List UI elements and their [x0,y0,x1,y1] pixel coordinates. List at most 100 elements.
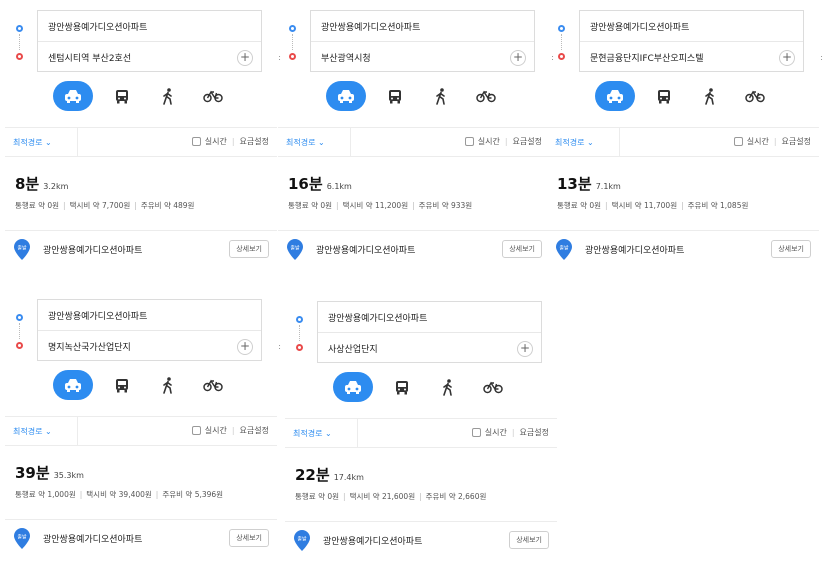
route-summary: 8분 3.2km 통행료 약 0원 | 택시비 약 7,700원 | 주유비 약 489원 [15,173,275,211]
destination-field[interactable]: 부산광역시청 [311,42,534,73]
detail-button[interactable]: 상세보기 [509,531,549,549]
taxi-fee: 택시비 약 11,700원 [611,201,678,210]
best-route-dropdown[interactable]: 최적경로 ⌄ [13,137,52,148]
realtime-checkbox[interactable] [191,137,201,146]
start-pin-icon: 출발 [14,528,30,549]
mode-car[interactable] [53,81,93,111]
realtime-label[interactable]: 실시간 [747,136,769,147]
mode-bus[interactable] [649,81,679,111]
walk-icon [436,87,445,105]
best-route-dropdown[interactable]: 최적경로 ⌄ [555,137,594,148]
best-route-dropdown[interactable]: 최적경로 ⌄ [286,137,325,148]
destination-field[interactable]: 사상산업단지 [318,333,541,364]
route-options: 최적경로 ⌄ 실시간 | 요금설정 [5,416,277,446]
realtime-checkbox[interactable] [464,137,474,146]
mode-car[interactable] [333,372,373,402]
car-icon [65,379,81,392]
mode-bus[interactable] [107,370,137,400]
mode-walk[interactable] [426,81,456,111]
mode-walk[interactable] [433,372,463,402]
fare-settings-link[interactable]: 요금설정 [513,136,542,147]
fare-settings-link[interactable]: 요금설정 [782,136,811,147]
start-name: 광안쌍용예가디오션아파트 [316,246,416,256]
add-waypoint-button[interactable]: + [510,50,526,66]
fee-info: 통행료 약 0원 | 택시비 약 11,700원 | 주유비 약 1,085원 [557,201,749,210]
mode-walk[interactable] [153,81,183,111]
bus-icon [396,380,408,394]
destination-field[interactable]: 센텀시티역 부산2호선 [38,42,261,73]
destination-dot-icon [296,344,303,351]
origin-field[interactable]: 광안쌍용예가디오션아파트 [38,11,261,42]
toll-fee: 통행료 약 0원 [295,492,340,501]
origin-dot-icon [16,314,23,321]
mode-bike[interactable] [476,372,510,402]
fare-settings-link[interactable]: 요금설정 [520,427,549,438]
origin-dot-icon [296,316,303,323]
mode-bus[interactable] [380,81,410,111]
mode-bike[interactable] [196,81,230,111]
mode-car[interactable] [595,81,635,111]
best-route-dropdown[interactable]: 최적경로 ⌄ [13,426,52,437]
realtime-checkbox[interactable] [191,426,201,435]
add-waypoint-button[interactable]: + [517,341,533,357]
add-waypoint-button[interactable]: + [779,50,795,66]
edge-mark: : [278,342,281,351]
add-waypoint-button[interactable]: + [237,50,253,66]
realtime-label[interactable]: 실시간 [478,136,500,147]
route-connector [292,34,293,50]
mode-walk[interactable] [695,81,725,111]
route-input-box: 광안쌍용예가디오션아파트 문현금융단지IFC부산오피스텔 + [579,10,804,72]
fee-info: 통행료 약 0원 | 택시비 약 11,200원 | 주유비 약 933원 [288,201,473,210]
best-route-dropdown[interactable]: 최적경로 ⌄ [293,428,332,439]
detail-button[interactable]: 상세보기 [502,240,542,258]
realtime-label[interactable]: 실시간 [205,136,227,147]
route-options: 최적경로 ⌄ 실시간 | 요금설정 [5,127,277,157]
route-input-box: 광안쌍용예가디오션아파트 센텀시티역 부산2호선 + [37,10,262,72]
transport-modes [53,81,233,111]
realtime-label[interactable]: 실시간 [205,425,227,436]
mode-bike[interactable] [738,81,772,111]
transport-modes [53,370,233,400]
add-waypoint-button[interactable]: + [237,339,253,355]
toll-fee: 통행료 약 0원 [557,201,602,210]
start-point-row: 출발 광안쌍용예가디오션아파트 상세보기 [5,519,277,557]
mode-bus[interactable] [387,372,417,402]
divider [619,128,620,156]
chevron-down-icon: ⌄ [45,427,52,436]
origin-field[interactable]: 광안쌍용예가디오션아파트 [318,302,541,333]
start-point-row: 출발 광안쌍용예가디오션아파트 상세보기 [278,230,550,268]
start-point-row: 출발 광안쌍용예가디오션아파트 상세보기 [547,230,819,268]
car-icon [65,90,81,103]
mode-car[interactable] [53,370,93,400]
detail-button[interactable]: 상세보기 [771,240,811,258]
fare-settings-link[interactable]: 요금설정 [240,136,269,147]
mode-bike[interactable] [469,81,503,111]
mode-car[interactable] [326,81,366,111]
origin-field[interactable]: 광안쌍용예가디오션아파트 [311,11,534,42]
distance: 7.1km [595,182,621,191]
start-name: 광안쌍용예가디오션아파트 [585,246,685,256]
svg-text:출발: 출발 [297,536,307,543]
start-point-row: 출발 광안쌍용예가디오션아파트 상세보기 [285,521,557,559]
divider: | [231,137,235,146]
origin-field[interactable]: 광안쌍용예가디오션아파트 [580,11,803,42]
fuel-cost: 주유비 약 2,660원 [425,492,487,501]
bus-icon [116,89,128,103]
mode-bus[interactable] [107,81,137,111]
bike-icon [476,90,496,103]
realtime-checkbox[interactable] [733,137,743,146]
mode-walk[interactable] [153,370,183,400]
walk-icon [443,378,452,396]
fare-settings-link[interactable]: 요금설정 [240,425,269,436]
detail-button[interactable]: 상세보기 [229,529,269,547]
destination-field[interactable]: 문현금융단지IFC부산오피스텔 [580,42,803,73]
detail-button[interactable]: 상세보기 [229,240,269,258]
realtime-checkbox[interactable] [471,428,481,437]
origin-field[interactable]: 광안쌍용예가디오션아파트 [38,300,261,331]
chevron-down-icon: ⌄ [318,138,325,147]
mode-bike[interactable] [196,370,230,400]
route-summary: 16분 6.1km 통행료 약 0원 | 택시비 약 11,200원 | 주유비 약 93… [288,173,548,211]
destination-field[interactable]: 명지녹산국가산업단지 [38,331,261,362]
realtime-label[interactable]: 실시간 [485,427,507,438]
divider: | [231,426,235,435]
